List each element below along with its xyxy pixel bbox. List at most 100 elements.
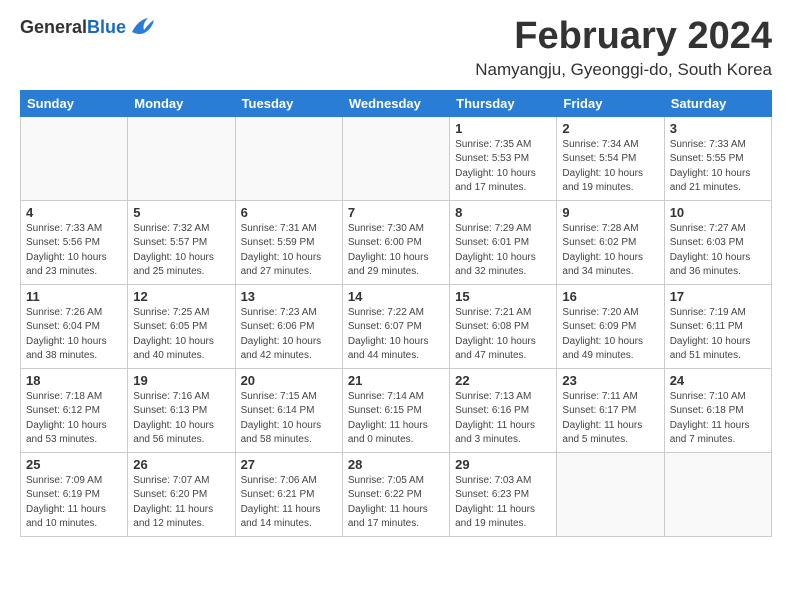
- calendar-cell: 13 Sunrise: 7:23 AM Sunset: 6:06 PM Dayli…: [235, 284, 342, 368]
- calendar-cell: 18 Sunrise: 7:18 AM Sunset: 6:12 PM Dayli…: [21, 368, 128, 452]
- day-info: Sunrise: 7:14 AM Sunset: 6:15 PM Dayligh…: [348, 390, 444, 448]
- day-info: Sunrise: 7:34 AM Sunset: 5:54 PM Dayligh…: [562, 138, 658, 196]
- day-number: 28: [348, 457, 444, 472]
- calendar-cell: 15 Sunrise: 7:21 AM Sunset: 6:08 PM Dayli…: [450, 284, 557, 368]
- calendar-cell: [342, 116, 449, 200]
- day-number: 27: [241, 457, 337, 472]
- day-number: 4: [26, 205, 122, 220]
- calendar-cell: 10 Sunrise: 7:27 AM Sunset: 6:03 PM Dayli…: [664, 200, 771, 284]
- calendar-cell: 26 Sunrise: 7:07 AM Sunset: 6:20 PM Dayli…: [128, 452, 235, 536]
- week-row-5: 25Sunrise: 7:09 AM Sunset: 6:19 PM Dayli…: [21, 452, 772, 536]
- calendar-cell: [128, 116, 235, 200]
- day-number: 15: [455, 289, 551, 304]
- calendar-cell: 21Sunrise: 7:14 AM Sunset: 6:15 PM Dayli…: [342, 368, 449, 452]
- day-number: 29: [455, 457, 551, 472]
- day-number: 23: [562, 373, 658, 388]
- day-info: Sunrise: 7:10 AM Sunset: 6:18 PM Dayligh…: [670, 390, 766, 448]
- week-row-3: 11 Sunrise: 7:26 AM Sunset: 6:04 PM Dayli…: [21, 284, 772, 368]
- calendar-cell: 24Sunrise: 7:10 AM Sunset: 6:18 PM Dayli…: [664, 368, 771, 452]
- day-number: 9: [562, 205, 658, 220]
- day-info: Sunrise: 7:03 AM Sunset: 6:23 PM Dayligh…: [455, 474, 551, 532]
- calendar-cell: 9Sunrise: 7:28 AM Sunset: 6:02 PM Daylig…: [557, 200, 664, 284]
- day-number: 1: [455, 121, 551, 136]
- day-info: Sunrise: 7:32 AM Sunset: 5:57 PM Dayligh…: [133, 222, 229, 280]
- calendar-header-friday: Friday: [557, 90, 664, 116]
- day-number: 10: [670, 205, 766, 220]
- calendar-header-wednesday: Wednesday: [342, 90, 449, 116]
- day-info: Sunrise: 7:09 AM Sunset: 6:19 PM Dayligh…: [26, 474, 122, 532]
- day-info: Sunrise: 7:11 AM Sunset: 6:17 PM Dayligh…: [562, 390, 658, 448]
- page-header: GeneralBlue February 2024 Namyangju, Gye…: [20, 16, 772, 80]
- calendar-cell: 7Sunrise: 7:30 AM Sunset: 6:00 PM Daylig…: [342, 200, 449, 284]
- day-number: 12: [133, 289, 229, 304]
- day-number: 5: [133, 205, 229, 220]
- calendar-cell: 25Sunrise: 7:09 AM Sunset: 6:19 PM Dayli…: [21, 452, 128, 536]
- calendar-cell: 19 Sunrise: 7:16 AM Sunset: 6:13 PM Dayli…: [128, 368, 235, 452]
- day-info: Sunrise: 7:23 AM Sunset: 6:06 PM Dayligh…: [241, 306, 337, 364]
- day-number: 20: [241, 373, 337, 388]
- day-info: Sunrise: 7:33 AM Sunset: 5:55 PM Dayligh…: [670, 138, 766, 196]
- day-info: Sunrise: 7:06 AM Sunset: 6:21 PM Dayligh…: [241, 474, 337, 532]
- day-number: 19: [133, 373, 229, 388]
- calendar-cell: 5 Sunrise: 7:32 AM Sunset: 5:57 PM Daylig…: [128, 200, 235, 284]
- day-number: 18: [26, 373, 122, 388]
- day-number: 13: [241, 289, 337, 304]
- calendar-cell: 12 Sunrise: 7:25 AM Sunset: 6:05 PM Dayli…: [128, 284, 235, 368]
- calendar-cell: 22 Sunrise: 7:13 AM Sunset: 6:16 PM Dayli…: [450, 368, 557, 452]
- day-info: Sunrise: 7:22 AM Sunset: 6:07 PM Dayligh…: [348, 306, 444, 364]
- day-info: Sunrise: 7:25 AM Sunset: 6:05 PM Dayligh…: [133, 306, 229, 364]
- day-number: 6: [241, 205, 337, 220]
- calendar-header-thursday: Thursday: [450, 90, 557, 116]
- logo: GeneralBlue: [20, 16, 156, 38]
- day-number: 3: [670, 121, 766, 136]
- day-number: 7: [348, 205, 444, 220]
- day-info: Sunrise: 7:13 AM Sunset: 6:16 PM Dayligh…: [455, 390, 551, 448]
- calendar-header-saturday: Saturday: [664, 90, 771, 116]
- week-row-2: 4Sunrise: 7:33 AM Sunset: 5:56 PM Daylig…: [21, 200, 772, 284]
- day-info: Sunrise: 7:16 AM Sunset: 6:13 PM Dayligh…: [133, 390, 229, 448]
- day-info: Sunrise: 7:15 AM Sunset: 6:14 PM Dayligh…: [241, 390, 337, 448]
- day-number: 22: [455, 373, 551, 388]
- calendar-cell: 16 Sunrise: 7:20 AM Sunset: 6:09 PM Dayli…: [557, 284, 664, 368]
- day-number: 11: [26, 289, 122, 304]
- day-number: 8: [455, 205, 551, 220]
- day-info: Sunrise: 7:05 AM Sunset: 6:22 PM Dayligh…: [348, 474, 444, 532]
- calendar-cell: [21, 116, 128, 200]
- calendar-title: February 2024: [475, 16, 772, 58]
- calendar-cell: 2 Sunrise: 7:34 AM Sunset: 5:54 PM Daylig…: [557, 116, 664, 200]
- calendar-header-row: SundayMondayTuesdayWednesdayThursdayFrid…: [21, 90, 772, 116]
- calendar-cell: 1 Sunrise: 7:35 AM Sunset: 5:53 PM Daylig…: [450, 116, 557, 200]
- calendar-header-sunday: Sunday: [21, 90, 128, 116]
- calendar-cell: 14Sunrise: 7:22 AM Sunset: 6:07 PM Dayli…: [342, 284, 449, 368]
- day-info: Sunrise: 7:18 AM Sunset: 6:12 PM Dayligh…: [26, 390, 122, 448]
- calendar-cell: 11 Sunrise: 7:26 AM Sunset: 6:04 PM Dayli…: [21, 284, 128, 368]
- day-number: 17: [670, 289, 766, 304]
- logo-bird-icon: [128, 16, 156, 38]
- day-number: 16: [562, 289, 658, 304]
- week-row-4: 18 Sunrise: 7:18 AM Sunset: 6:12 PM Dayli…: [21, 368, 772, 452]
- calendar-table: SundayMondayTuesdayWednesdayThursdayFrid…: [20, 90, 772, 537]
- day-info: Sunrise: 7:29 AM Sunset: 6:01 PM Dayligh…: [455, 222, 551, 280]
- day-number: 26: [133, 457, 229, 472]
- title-area: February 2024 Namyangju, Gyeonggi-do, So…: [475, 16, 772, 80]
- logo-text: GeneralBlue: [20, 17, 126, 38]
- calendar-cell: 27 Sunrise: 7:06 AM Sunset: 6:21 PM Dayli…: [235, 452, 342, 536]
- calendar-cell: 17Sunrise: 7:19 AM Sunset: 6:11 PM Dayli…: [664, 284, 771, 368]
- day-number: 2: [562, 121, 658, 136]
- logo-blue: Blue: [87, 17, 126, 37]
- calendar-cell: [235, 116, 342, 200]
- day-info: Sunrise: 7:27 AM Sunset: 6:03 PM Dayligh…: [670, 222, 766, 280]
- calendar-cell: 6Sunrise: 7:31 AM Sunset: 5:59 PM Daylig…: [235, 200, 342, 284]
- calendar-cell: 23 Sunrise: 7:11 AM Sunset: 6:17 PM Dayli…: [557, 368, 664, 452]
- day-info: Sunrise: 7:26 AM Sunset: 6:04 PM Dayligh…: [26, 306, 122, 364]
- calendar-cell: [664, 452, 771, 536]
- day-info: Sunrise: 7:07 AM Sunset: 6:20 PM Dayligh…: [133, 474, 229, 532]
- day-info: Sunrise: 7:35 AM Sunset: 5:53 PM Dayligh…: [455, 138, 551, 196]
- calendar-header-monday: Monday: [128, 90, 235, 116]
- calendar-cell: 28 Sunrise: 7:05 AM Sunset: 6:22 PM Dayli…: [342, 452, 449, 536]
- week-row-1: 1 Sunrise: 7:35 AM Sunset: 5:53 PM Daylig…: [21, 116, 772, 200]
- day-info: Sunrise: 7:20 AM Sunset: 6:09 PM Dayligh…: [562, 306, 658, 364]
- day-info: Sunrise: 7:21 AM Sunset: 6:08 PM Dayligh…: [455, 306, 551, 364]
- calendar-cell: 4Sunrise: 7:33 AM Sunset: 5:56 PM Daylig…: [21, 200, 128, 284]
- calendar-body: 1 Sunrise: 7:35 AM Sunset: 5:53 PM Daylig…: [21, 116, 772, 536]
